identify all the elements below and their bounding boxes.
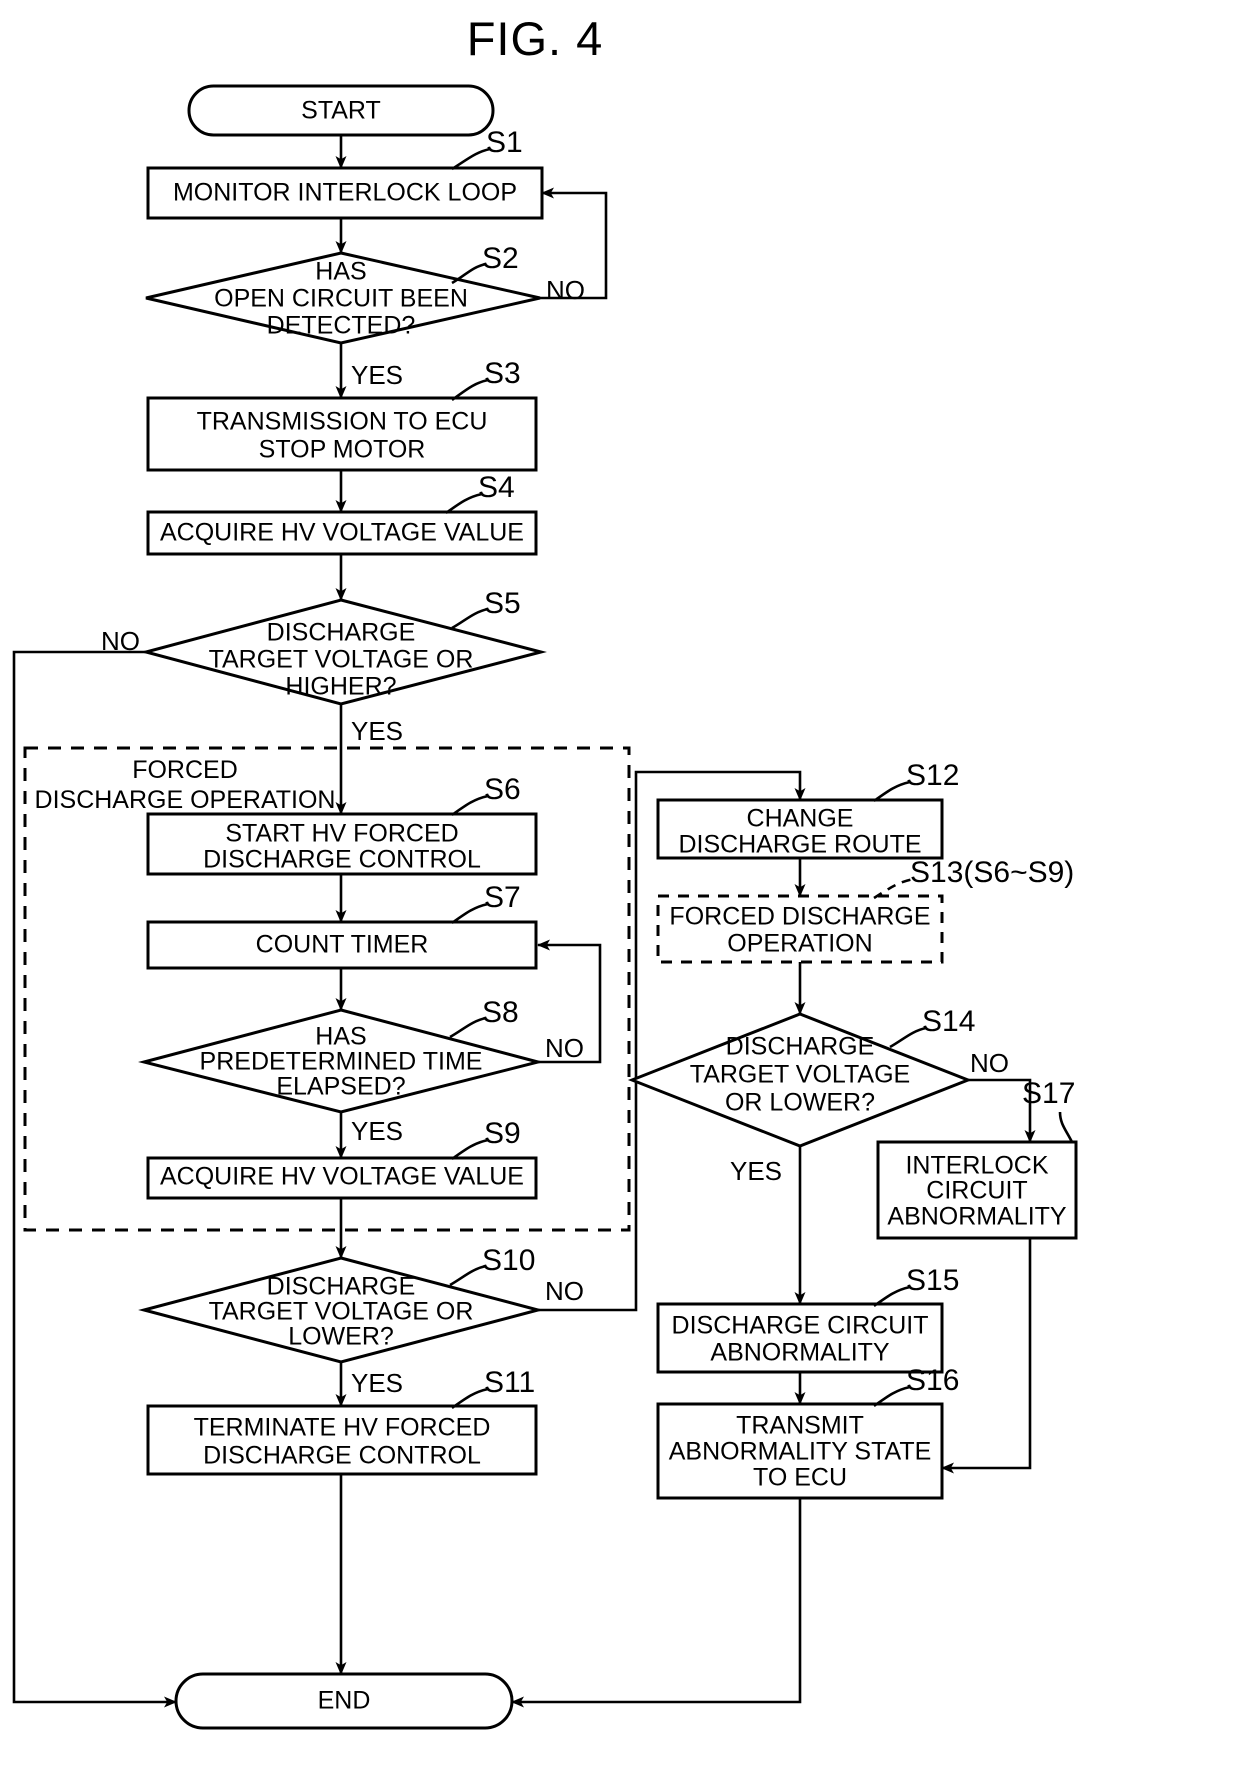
branch-label-s10-no: NO (545, 1276, 584, 1306)
node-s15-line1: DISCHARGE CIRCUIT (672, 1312, 929, 1340)
connector-s16-to-end (511, 1478, 802, 1708)
connector-s14-no-to-s17 (968, 1078, 1036, 1143)
node-s14-line2: TARGET VOLTAGE (690, 1061, 910, 1089)
leader-s2 (451, 262, 487, 285)
node-s14-line3: OR LOWER? (725, 1089, 875, 1117)
step-label-s17: S17 (1022, 1077, 1075, 1110)
step-label-s15: S15 (906, 1264, 959, 1297)
node-s8-line1: HAS (315, 1023, 366, 1051)
node-s3-line1: TRANSMISSION TO ECU (197, 408, 488, 436)
branch-label-s14-yes: YES (730, 1156, 782, 1186)
node-s5-line3: HIGHER? (285, 673, 396, 701)
node-s16-line2: ABNORMALITY STATE (669, 1438, 932, 1466)
node-s2-line3: DETECTED? (267, 312, 416, 340)
node-s11-line2: DISCHARGE CONTROL (203, 1442, 481, 1470)
node-s14-line1: DISCHARGE (726, 1033, 875, 1061)
step-label-s5: S5 (484, 587, 521, 620)
node-s2-line2: OPEN CIRCUIT BEEN (214, 285, 468, 313)
step-label-s12: S12 (906, 759, 959, 792)
leader-s9 (451, 1138, 489, 1161)
node-end-label: END (318, 1687, 371, 1715)
step-label-s1: S1 (486, 126, 523, 159)
branch-label-s2-yes: YES (351, 360, 403, 390)
leader-s5 (451, 607, 489, 630)
leader-s6 (451, 794, 489, 817)
step-label-s3: S3 (484, 357, 521, 390)
branch-label-s2-no: NO (546, 275, 585, 305)
step-label-s8: S8 (482, 996, 519, 1029)
node-s12-line2: DISCHARGE ROUTE (678, 831, 921, 859)
step-label-s16: S16 (906, 1364, 959, 1397)
leader-s7 (451, 902, 489, 925)
step-label-s14: S14 (922, 1005, 975, 1038)
node-s15-line2: ABNORMALITY (710, 1339, 890, 1367)
node-s10-line1: DISCHARGE (267, 1273, 416, 1301)
node-start-label: START (301, 97, 381, 125)
flowchart-svg: FIG. 4 FORCED DISCHARGE OPERATION START … (12, 12, 1078, 1730)
node-s16-line1: TRANSMIT (736, 1412, 864, 1440)
branch-label-s8-no: NO (545, 1033, 584, 1063)
forced-discharge-group-label-line2: DISCHARGE OPERATION (35, 786, 336, 814)
node-s8-line3: ELAPSED? (276, 1073, 405, 1101)
forced-discharge-group-label-line1: FORCED (132, 756, 238, 784)
leader-s8 (449, 1016, 487, 1039)
leader-s12 (873, 780, 911, 803)
branch-label-s10-yes: YES (351, 1368, 403, 1398)
branch-label-s5-no: NO (101, 626, 140, 656)
figure-title: FIG. 4 (467, 12, 604, 65)
node-s11-line1: TERMINATE HV FORCED (194, 1414, 491, 1442)
node-s4-label: ACQUIRE HV VOLTAGE VALUE (160, 519, 524, 547)
node-s8-line2: PREDETERMINED TIME (200, 1048, 483, 1076)
figure-container: FIG. 4 FORCED DISCHARGE OPERATION START … (0, 0, 1240, 1767)
node-s3-line2: STOP MOTOR (259, 436, 426, 464)
node-s10-line3: LOWER? (288, 1323, 394, 1351)
node-s1-label: MONITOR INTERLOCK LOOP (173, 179, 517, 207)
step-label-s10: S10 (482, 1244, 535, 1277)
step-label-s9: S9 (484, 1117, 521, 1150)
node-s12-line1: CHANGE (747, 805, 854, 833)
node-s10-line2: TARGET VOLTAGE OR (209, 1298, 474, 1326)
node-s5-line2: TARGET VOLTAGE OR (209, 646, 474, 674)
node-s13-line2: OPERATION (727, 930, 872, 958)
branch-label-s5-yes: YES (351, 716, 403, 746)
leader-s1 (451, 147, 491, 171)
node-s17-line2: CIRCUIT (926, 1177, 1027, 1205)
leader-s10 (449, 1264, 487, 1287)
branch-label-s14-no: NO (970, 1048, 1009, 1078)
node-s9-label: ACQUIRE HV VOLTAGE VALUE (160, 1163, 524, 1191)
node-s2-line1: HAS (315, 258, 366, 286)
node-s6-line2: DISCHARGE CONTROL (203, 846, 481, 874)
step-label-s2: S2 (482, 242, 519, 275)
node-s5-line1: DISCHARGE (267, 619, 416, 647)
leader-s17 (1058, 1111, 1074, 1143)
node-s16-line3: TO ECU (753, 1464, 847, 1492)
node-s6-line1: START HV FORCED (225, 820, 458, 848)
branch-label-s8-yes: YES (351, 1116, 403, 1146)
step-label-s6: S6 (484, 773, 521, 806)
node-s17-line1: INTERLOCK (905, 1152, 1048, 1180)
node-s7-label: COUNT TIMER (256, 931, 429, 959)
step-label-s7: S7 (484, 881, 521, 914)
step-label-s11: S11 (484, 1366, 535, 1399)
leader-s14 (889, 1026, 927, 1049)
step-label-s13: S13(S6~S9) (910, 856, 1074, 889)
node-s17-line3: ABNORMALITY (887, 1203, 1067, 1231)
node-s13-line1: FORCED DISCHARGE (669, 903, 930, 931)
step-label-s4: S4 (478, 471, 515, 504)
leader-s4 (445, 492, 483, 515)
